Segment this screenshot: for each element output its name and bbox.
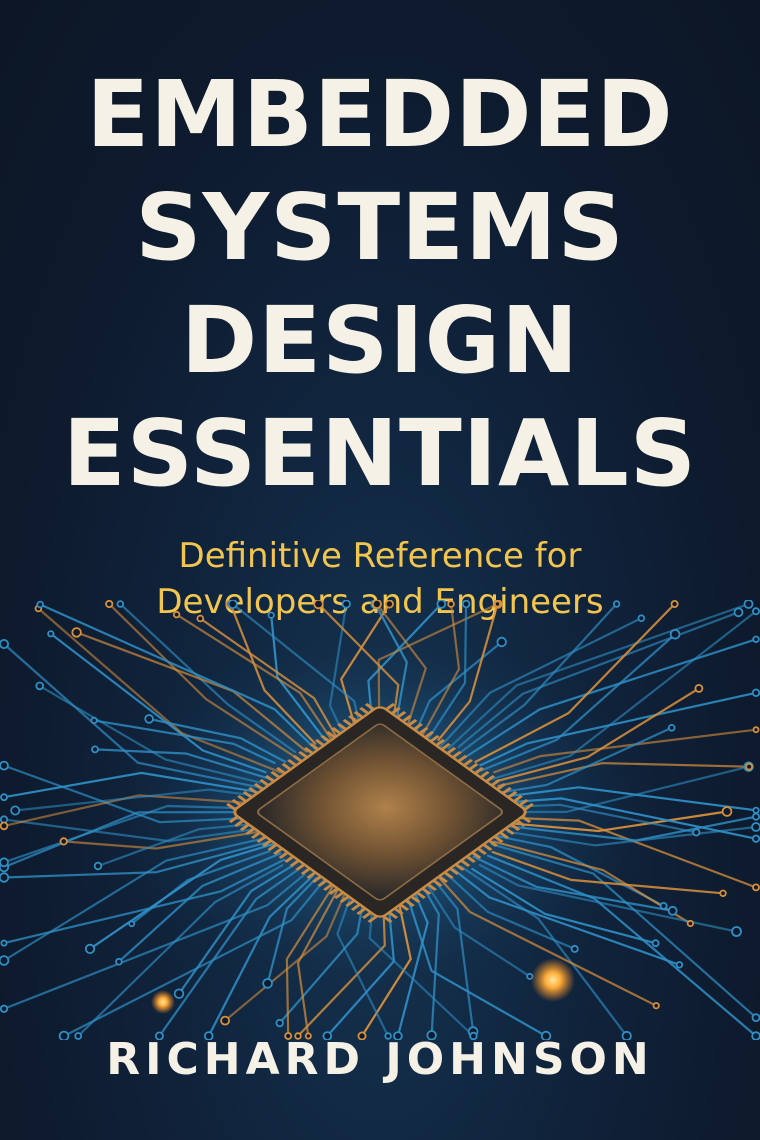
trace-pad: [144, 714, 154, 724]
trace-pad: [733, 607, 744, 618]
trace-pad: [752, 806, 760, 814]
trace-pad: [752, 635, 760, 643]
trace-pad: [173, 988, 185, 999]
trace-pad: [651, 939, 660, 948]
trace-pad: [0, 760, 9, 771]
trace-pad: [694, 684, 704, 693]
trace-pad: [752, 726, 760, 734]
trace-pad: [0, 639, 9, 649]
trace-pad: [659, 901, 668, 910]
trace-pad: [493, 600, 501, 608]
trace-pad: [667, 905, 678, 916]
book-cover: EMBEDDED SYSTEMS DESIGN ESSENTIALS Defin…: [0, 0, 760, 1140]
trace-pad: [262, 978, 273, 989]
title-line-3: DESIGN: [180, 287, 580, 394]
trace-pad: [752, 883, 760, 892]
trace-pad: [751, 822, 760, 832]
circuit-board-illustration: [0, 600, 760, 1040]
trace-pad: [0, 939, 8, 947]
trace-pad: [745, 762, 753, 771]
trace-pad: [436, 600, 447, 609]
trace-pad: [751, 688, 760, 697]
trace-pad: [196, 614, 205, 623]
trace-pad: [47, 630, 55, 638]
trace-pad: [341, 600, 351, 609]
trace-pad: [637, 614, 646, 623]
trace-pad: [36, 600, 44, 609]
trace-pad: [93, 861, 103, 871]
trace-pad: [719, 889, 727, 897]
trace-pad: [275, 1018, 284, 1028]
trace-pad: [447, 600, 455, 608]
subtitle-line-1: Definitive Reference for: [178, 536, 582, 576]
trace-pad: [35, 681, 44, 691]
trace-pad: [0, 793, 8, 802]
trace-pad: [0, 1004, 9, 1013]
trace-pad: [0, 821, 9, 831]
trace-pad: [570, 944, 579, 953]
trace-pad: [10, 805, 21, 816]
trace-pad: [752, 607, 760, 616]
trace-pad: [90, 716, 98, 725]
trace-pad: [669, 628, 681, 640]
trace-pad: [751, 1013, 760, 1022]
trace-pad: [751, 834, 760, 843]
trace-pad: [267, 611, 275, 619]
trace-pad: [675, 961, 684, 969]
trace-pad: [116, 600, 125, 608]
trace-pad: [496, 636, 507, 648]
title-line-2: SYSTEMS: [135, 174, 625, 281]
trace-pad: [91, 745, 99, 754]
trace-pad: [172, 610, 181, 619]
trace-pad: [612, 600, 621, 608]
trace-pad: [220, 1015, 231, 1026]
trace-pad: [84, 943, 96, 954]
glow-spark-right: [531, 958, 575, 1002]
trace-pad: [670, 600, 679, 608]
trace-pad: [0, 857, 9, 868]
book-author: RICHARD JOHNSON: [106, 1034, 654, 1085]
trace-pad: [227, 600, 238, 609]
glow-spark-left: [151, 990, 175, 1014]
trace-pad: [59, 837, 68, 846]
trace-pad: [667, 724, 676, 732]
trace-pad: [461, 600, 471, 609]
trace-pad: [721, 806, 733, 817]
trace-pad: [105, 600, 114, 609]
trace-pad: [692, 828, 701, 837]
book-title: EMBEDDED SYSTEMS DESIGN ESSENTIALS: [0, 58, 760, 510]
trace-pad: [128, 920, 136, 928]
trace-pad: [371, 600, 382, 609]
trace-pad: [313, 600, 324, 610]
trace-pad: [0, 872, 10, 883]
trace-pad: [71, 627, 82, 638]
trace-pad: [0, 955, 10, 966]
trace-pad: [652, 1002, 660, 1010]
trace-pad: [686, 919, 695, 928]
title-line-1: EMBEDDED: [86, 61, 674, 168]
trace-pad: [752, 812, 760, 821]
trace-pad: [115, 957, 123, 966]
title-line-4: ESSENTIALS: [62, 400, 698, 507]
trace-pad: [384, 600, 394, 609]
trace-pad: [731, 926, 742, 937]
trace-pad: [743, 600, 754, 609]
